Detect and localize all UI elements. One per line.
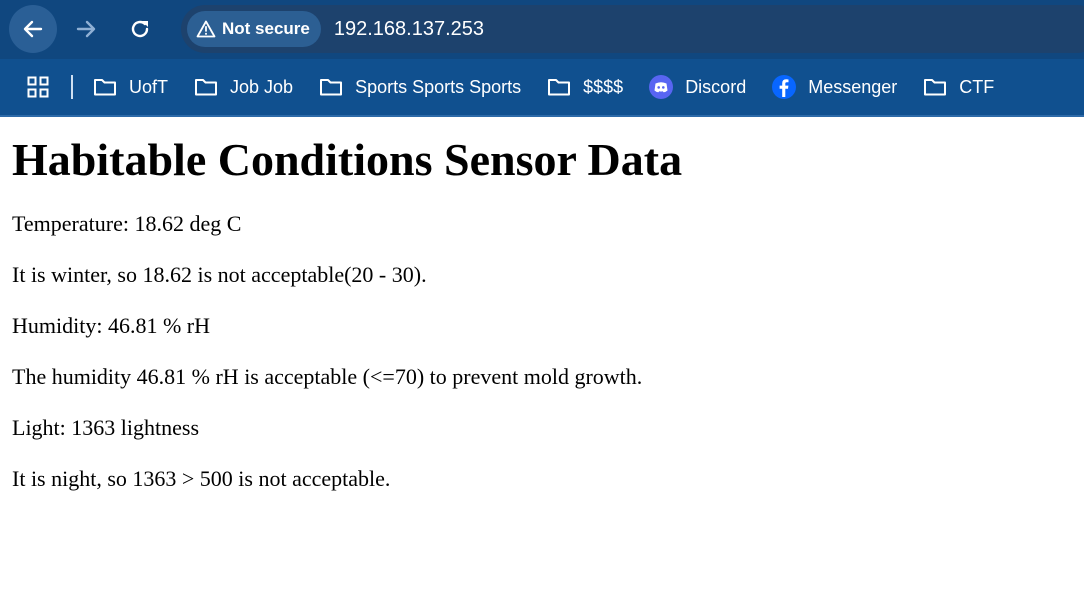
bookmark-label: $$$$ xyxy=(583,76,624,97)
bookmark-job-job[interactable]: Job Job xyxy=(194,77,293,98)
browser-chrome: Not secure 192.168.137.253 UofT Job Job … xyxy=(0,0,1084,117)
bookmark-messenger[interactable]: Messenger xyxy=(772,75,897,99)
bookmarks-bar: UofT Job Job Sports Sports Sports $$$$ D… xyxy=(0,59,1084,117)
humidity-assessment: The humidity 46.81 % rH is acceptable (<… xyxy=(12,364,643,389)
security-label: Not secure xyxy=(222,19,310,38)
bookmark-discord[interactable]: Discord xyxy=(649,75,746,99)
bookmark-label: Discord xyxy=(685,76,747,97)
bookmark-sports[interactable]: Sports Sports Sports xyxy=(319,77,521,98)
folder-icon xyxy=(548,79,571,96)
bookmark-label: Sports Sports Sports xyxy=(355,76,522,97)
bookmark-label: CTF xyxy=(959,76,995,97)
apps-grid-icon xyxy=(27,76,49,98)
bookmark-ctf[interactable]: CTF xyxy=(923,77,994,98)
humidity-reading: Humidity: 46.81 % rH xyxy=(12,313,210,338)
bookmark-money[interactable]: $$$$ xyxy=(547,77,623,98)
page-content: Habitable Conditions Sensor Data Tempera… xyxy=(0,131,1084,492)
reload-button[interactable] xyxy=(116,5,164,53)
apps-button[interactable] xyxy=(27,76,49,98)
address-bar[interactable]: Not secure 192.168.137.253 xyxy=(181,5,1084,53)
browser-toolbar: Not secure 192.168.137.253 xyxy=(0,0,1084,59)
reload-icon xyxy=(131,20,149,38)
arrow-left-icon xyxy=(23,20,43,38)
url-text[interactable]: 192.168.137.253 xyxy=(334,18,484,41)
folder-icon xyxy=(195,79,218,96)
temperature-reading: Temperature: 18.62 deg C xyxy=(12,211,242,236)
bookmark-label: Job Job xyxy=(230,76,294,97)
folder-icon xyxy=(924,79,947,96)
page-title: Habitable Conditions Sensor Data xyxy=(12,134,683,185)
arrow-right-icon xyxy=(76,20,96,38)
security-indicator[interactable]: Not secure xyxy=(187,11,321,47)
warning-triangle-icon xyxy=(196,20,216,38)
messenger-icon xyxy=(772,75,797,99)
discord-icon xyxy=(649,75,674,99)
bookmark-label: UofT xyxy=(129,76,169,97)
bookmarks-divider xyxy=(71,75,73,99)
bookmark-uoft[interactable]: UofT xyxy=(93,77,168,98)
back-button[interactable] xyxy=(9,5,57,53)
folder-icon xyxy=(320,79,343,96)
bookmark-label: Messenger xyxy=(808,76,898,97)
forward-button[interactable] xyxy=(62,5,110,53)
folder-icon xyxy=(94,79,116,96)
temperature-assessment: It is winter, so 18.62 is not acceptable… xyxy=(12,262,427,287)
light-reading: Light: 1363 lightness xyxy=(12,415,199,440)
light-assessment: It is night, so 1363 > 500 is not accept… xyxy=(12,466,391,491)
